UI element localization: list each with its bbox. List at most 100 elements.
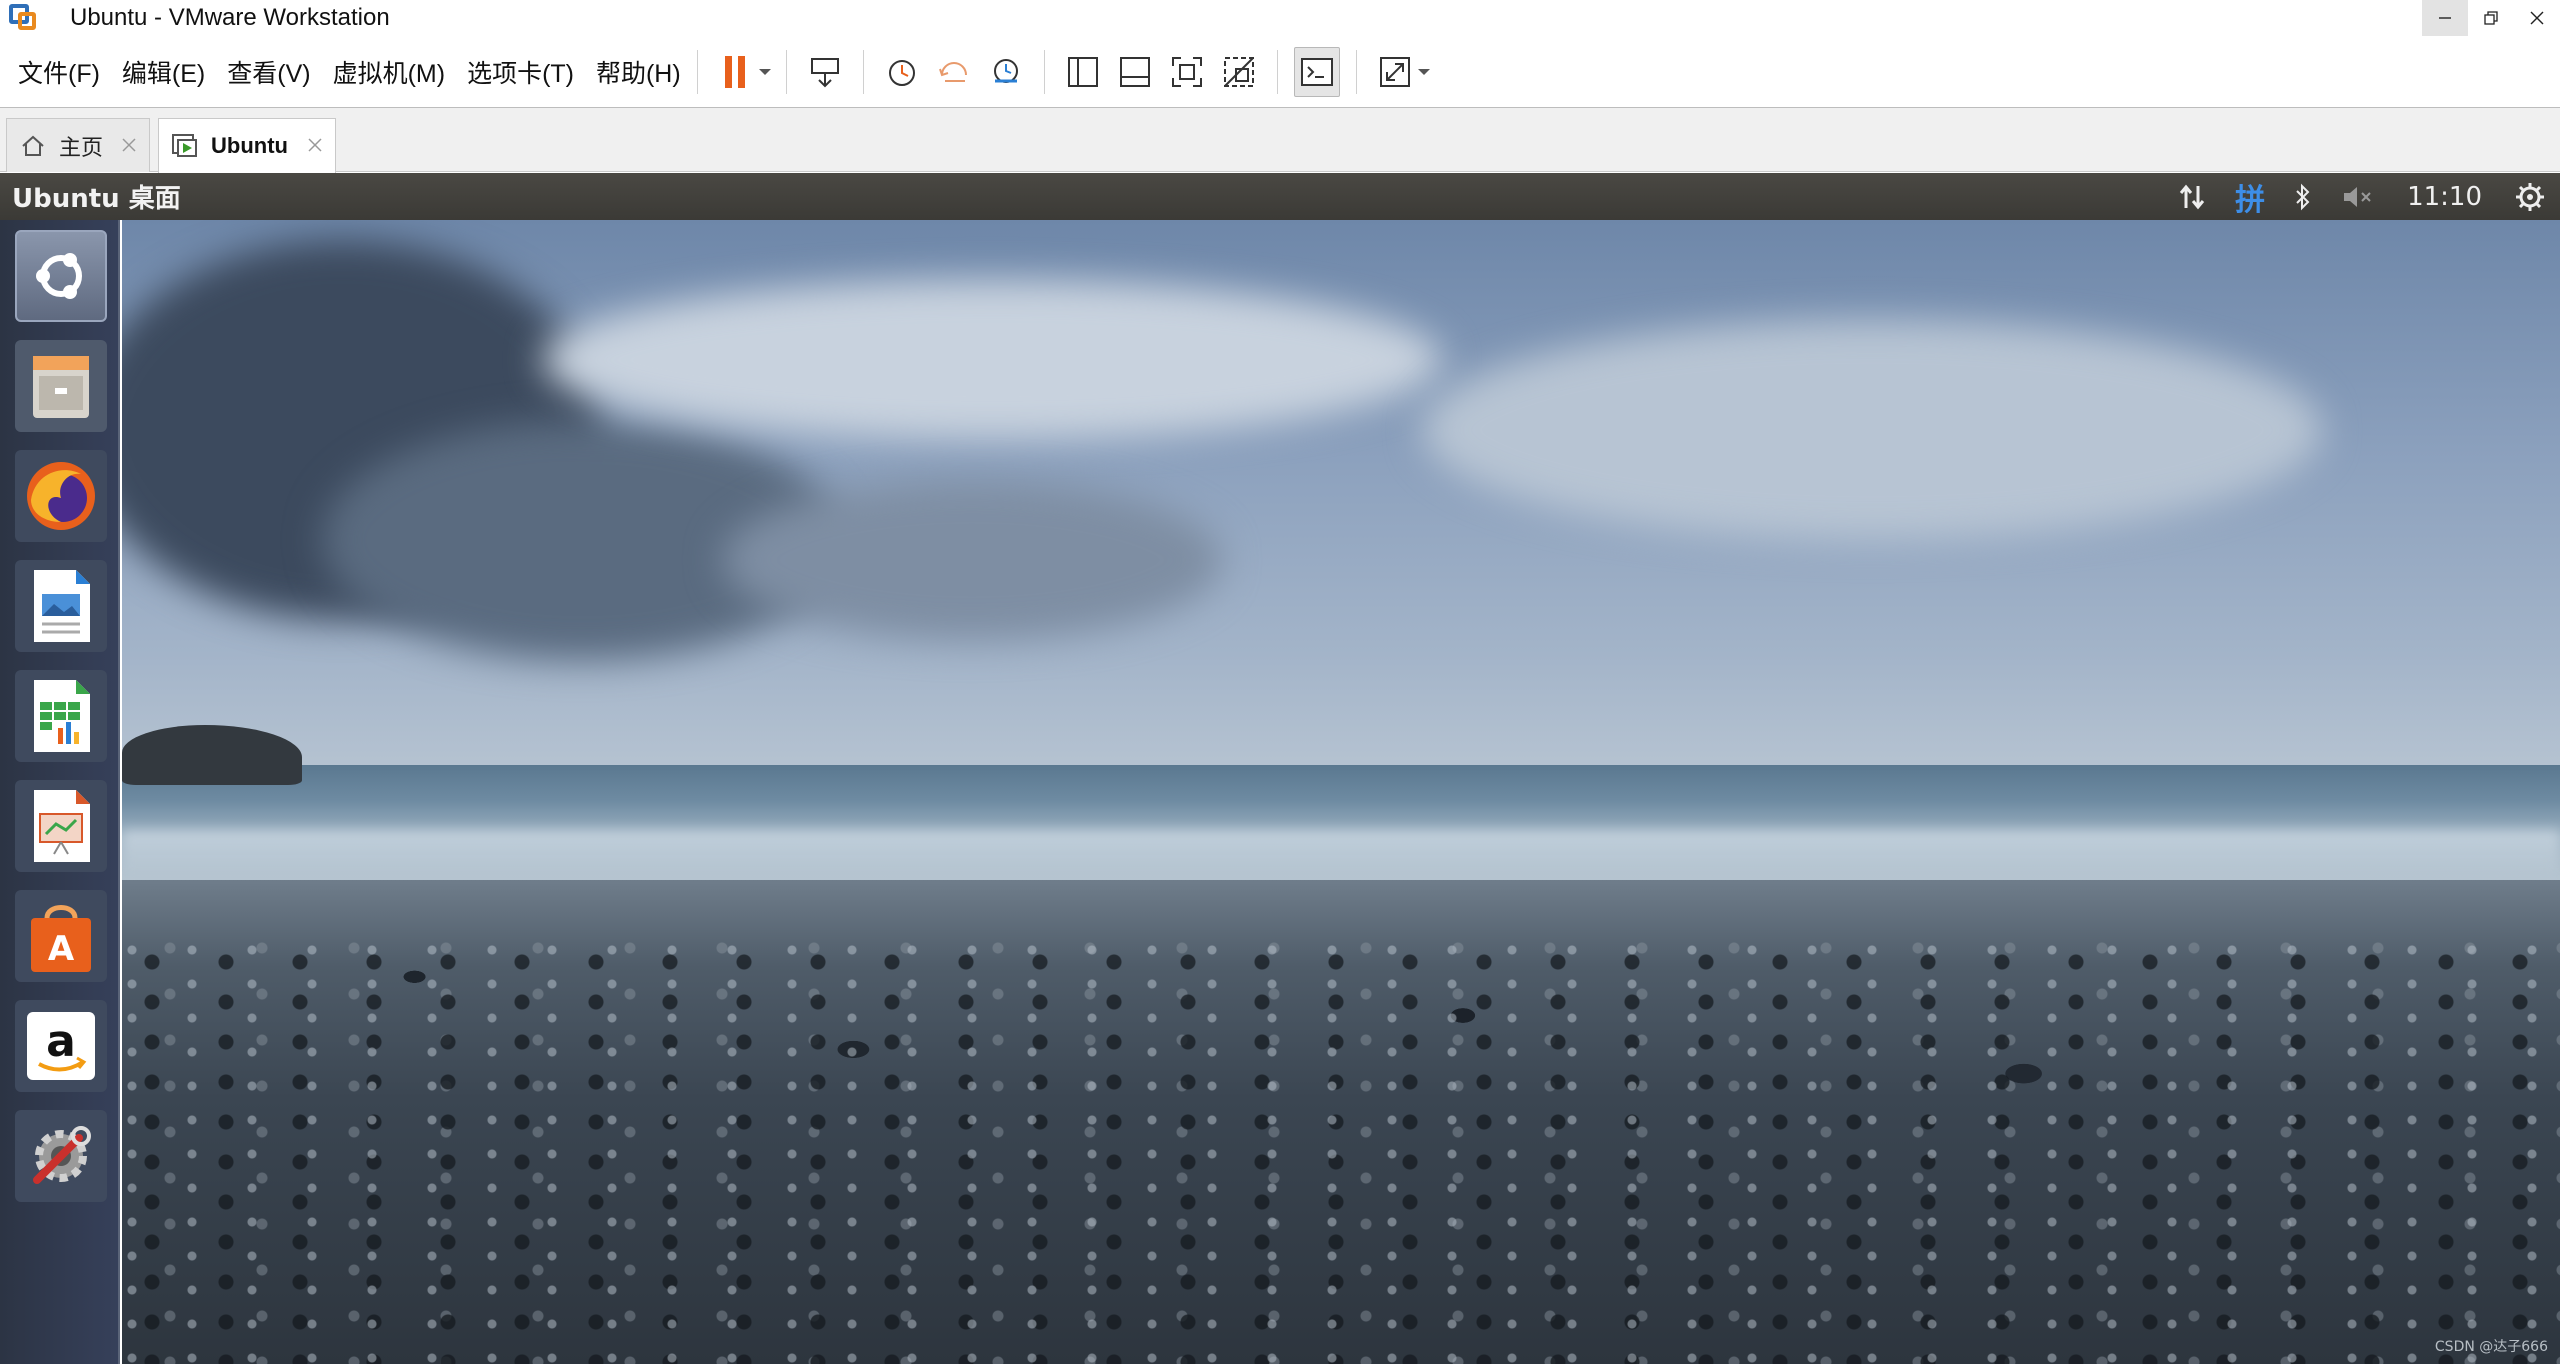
stretch-icon <box>1379 56 1410 87</box>
ubuntu-desktop-wallpaper[interactable]: CSDN @达子666 <box>122 220 2560 1364</box>
svg-text:A: A <box>48 929 75 969</box>
ubuntu-logo-icon <box>36 253 82 299</box>
session-indicator[interactable] <box>2500 173 2560 220</box>
close-button[interactable] <box>2514 0 2560 36</box>
unity-launcher: A a <box>0 220 120 1364</box>
menu-edit[interactable]: 编辑(E) <box>122 54 205 90</box>
clock[interactable]: 11:10 <box>2389 173 2500 220</box>
thumbnail-bar-icon <box>1119 56 1150 87</box>
send-keys-icon <box>810 57 839 87</box>
show-thumbnail-bar-button[interactable] <box>1113 50 1157 94</box>
power-gear-icon <box>2516 182 2544 211</box>
toolbar-separator <box>862 49 864 94</box>
toolbar-separator <box>696 49 698 94</box>
pause-icon <box>724 55 745 88</box>
library-pane-icon <box>1067 56 1098 87</box>
home-icon <box>17 130 49 162</box>
menu-help[interactable]: 帮助(H) <box>596 54 681 90</box>
window-title: Ubuntu - VMware Workstation <box>70 4 390 31</box>
amazon-icon: a <box>27 1012 95 1080</box>
pebbles <box>122 940 2560 1364</box>
network-indicator[interactable] <box>2163 173 2221 220</box>
tab-label: 主页 <box>59 134 104 160</box>
network-arrows-icon <box>2179 184 2205 209</box>
files-launcher[interactable] <box>11 336 111 436</box>
settings-gear-wrench-icon <box>33 1126 91 1184</box>
libreoffice-writer-launcher[interactable] <box>11 556 111 656</box>
ubuntu-software-launcher[interactable]: A <box>11 886 111 986</box>
power-dropdown-button[interactable] <box>756 50 774 94</box>
tab-close-button[interactable] <box>303 133 327 157</box>
impress-presentation-icon <box>34 790 90 862</box>
snapshot-manager-button[interactable] <box>984 50 1028 94</box>
snapshot-button[interactable] <box>880 50 924 94</box>
tab-label: Ubuntu <box>211 133 288 158</box>
tab-strip: 主页 Ubuntu <box>0 108 2560 173</box>
tab-home[interactable]: 主页 <box>6 118 150 172</box>
unity-mode-icon <box>1223 56 1254 87</box>
toolbar-separator <box>785 49 787 94</box>
coastal-rock <box>122 725 302 785</box>
wave-foam <box>122 830 2560 880</box>
bluetooth-icon <box>2296 183 2310 210</box>
light-cloud <box>1422 320 2322 540</box>
ubuntu-dash-button[interactable] <box>11 226 111 326</box>
writer-document-icon <box>34 570 90 642</box>
window-controls <box>2422 0 2560 36</box>
restore-button[interactable] <box>2468 0 2514 36</box>
toolbar-separator <box>1276 49 1278 94</box>
snapshot-manager-icon <box>993 58 1018 83</box>
bluetooth-indicator[interactable] <box>2279 173 2327 220</box>
minimize-icon <box>2439 17 2451 19</box>
libreoffice-impress-launcher[interactable] <box>11 776 111 876</box>
svg-text:a: a <box>46 1016 76 1067</box>
light-cloud <box>542 280 1442 440</box>
revert-snapshot-button[interactable] <box>932 50 976 94</box>
close-icon <box>2530 11 2544 25</box>
menu-file[interactable]: 文件(F) <box>18 54 100 90</box>
send-ctrl-alt-del-button[interactable] <box>803 50 847 94</box>
window-titlebar: Ubuntu - VMware Workstation <box>0 0 2560 36</box>
menu-view[interactable]: 查看(V) <box>227 54 310 90</box>
grey-cloud <box>722 480 1222 640</box>
toolbar-separator <box>1355 49 1357 94</box>
terminal-icon <box>1300 57 1333 86</box>
firefox-launcher[interactable] <box>11 446 111 546</box>
system-settings-launcher[interactable] <box>11 1106 111 1206</box>
sound-indicator[interactable] <box>2327 173 2389 220</box>
indicator-area: 拼 11:10 <box>2163 173 2560 220</box>
menu-vm[interactable]: 虚拟机(M) <box>333 54 445 90</box>
toolbar-separator <box>1043 49 1045 94</box>
file-cabinet-icon <box>33 356 89 418</box>
amazon-launcher[interactable]: a <box>11 996 111 1096</box>
close-icon <box>122 138 136 152</box>
ubuntu-panel-title: Ubuntu 桌面 <box>12 184 181 214</box>
full-screen-icon <box>1171 56 1202 87</box>
tab-ubuntu[interactable]: Ubuntu <box>158 118 336 173</box>
sound-muted-icon <box>2344 186 2371 207</box>
revert-snapshot-icon <box>938 61 967 82</box>
snapshot-clock-icon <box>888 59 915 86</box>
close-icon <box>308 138 322 152</box>
restore-icon <box>2484 11 2498 25</box>
chevron-down-icon <box>758 68 771 75</box>
minimize-button[interactable] <box>2422 0 2468 36</box>
tab-close-button[interactable] <box>117 133 141 157</box>
full-screen-button[interactable] <box>1165 50 1209 94</box>
stretch-dropdown-button[interactable] <box>1415 50 1433 94</box>
calc-spreadsheet-icon <box>34 680 90 752</box>
vmware-logo-icon <box>6 1 40 35</box>
watermark: CSDN @达子666 <box>2434 1339 2548 1355</box>
libreoffice-calc-launcher[interactable] <box>11 666 111 766</box>
chevron-down-icon <box>1417 68 1430 75</box>
console-view-button[interactable] <box>1293 46 1340 97</box>
vm-icon <box>169 130 201 162</box>
menu-tabs[interactable]: 选项卡(T) <box>467 54 574 90</box>
unity-mode-button[interactable] <box>1217 50 1261 94</box>
stretch-guest-button[interactable] <box>1373 50 1417 94</box>
input-method-indicator[interactable]: 拼 <box>2221 173 2279 220</box>
show-library-button[interactable] <box>1061 50 1105 94</box>
suspend-button[interactable] <box>714 50 758 94</box>
menu-toolbar: 文件(F) 编辑(E) 查看(V) 虚拟机(M) 选项卡(T) 帮助(H) <box>0 36 2560 108</box>
firefox-icon <box>27 462 95 530</box>
